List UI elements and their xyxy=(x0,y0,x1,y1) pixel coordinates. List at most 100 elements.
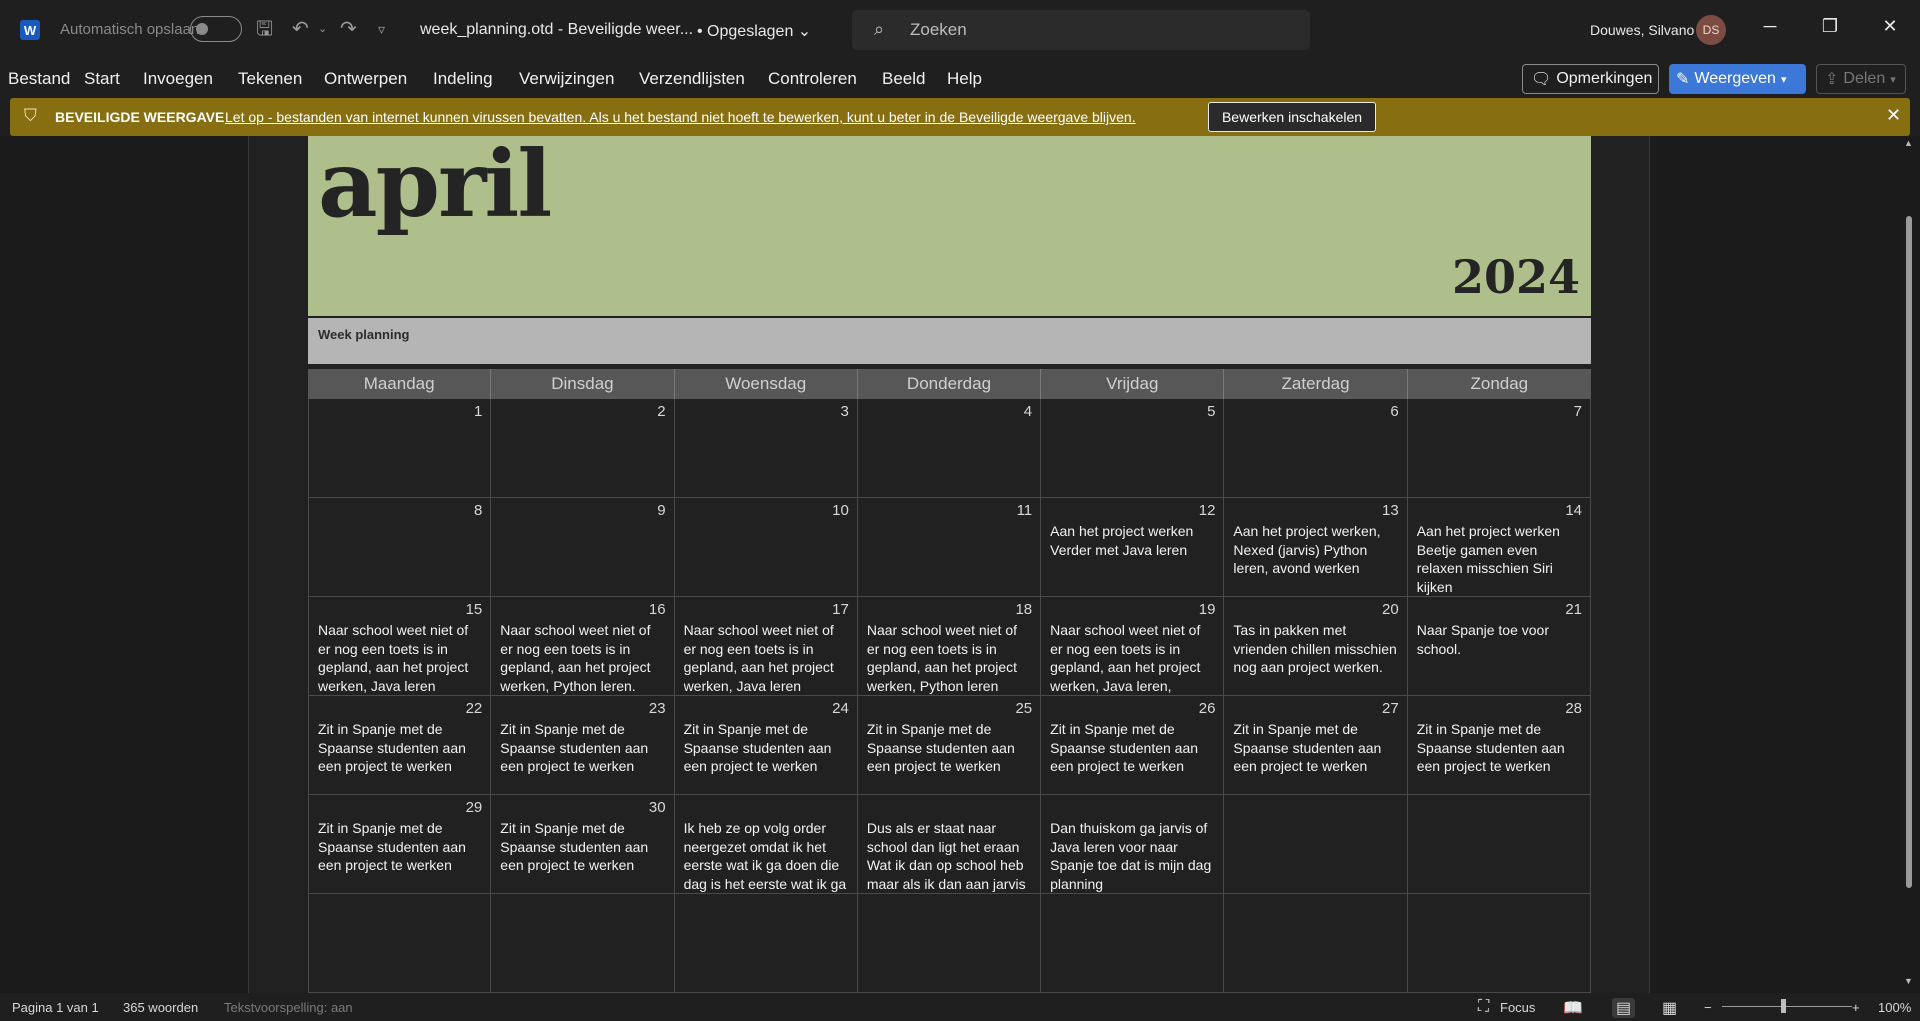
calendar-day-cell[interactable]: 30 Zit in Spanje met de Spaanse studenten… xyxy=(491,795,675,894)
calendar-day-cell[interactable]: 11 xyxy=(857,498,1042,597)
calendar-day-cell[interactable] xyxy=(1224,795,1408,894)
tab-verzendlijsten[interactable]: Verzendlijsten xyxy=(639,69,745,89)
redo-icon[interactable]: ↷ xyxy=(340,17,357,41)
vertical-scrollbar[interactable]: ▲ ▼ xyxy=(1902,136,1916,993)
document-title[interactable]: week_planning.otd - Beveiligde weer... xyxy=(420,21,693,39)
day-note: Zit in Spanje met de Spaanse studenten a… xyxy=(683,721,832,774)
view-mode-button[interactable]: ✎ Weergeven ▾ xyxy=(1669,64,1806,94)
calendar-day-cell[interactable]: 19 Naar school weet niet of er nog een to… xyxy=(1041,597,1225,696)
scroll-up-icon[interactable]: ▲ xyxy=(1904,138,1913,148)
save-status[interactable]: • Opgeslagen ⌄ xyxy=(697,21,811,41)
year-title: 2024 xyxy=(1451,250,1580,304)
customize-toolbar-icon[interactable]: ▿ xyxy=(378,17,385,41)
web-layout-icon[interactable]: ▦ xyxy=(1662,998,1677,1018)
scroll-down-icon[interactable]: ▼ xyxy=(1904,976,1913,986)
close-icon[interactable]: ✕ xyxy=(1886,105,1901,126)
calendar-day-cell[interactable]: 20 Tas in pakken met vrienden chillen mis… xyxy=(1224,597,1408,696)
text-prediction-status[interactable]: Tekstvoorspelling: aan xyxy=(224,1000,353,1015)
calendar-day-cell[interactable]: 9 xyxy=(491,498,675,597)
tab-controleren[interactable]: Controleren xyxy=(768,69,857,89)
calendar-day-cell[interactable]: 24 Zit in Spanje met de Spaanse studenten… xyxy=(674,696,858,795)
protected-view-message[interactable]: Let op - bestanden van internet kunnen v… xyxy=(225,109,1136,125)
enable-editing-button[interactable]: Bewerken inschakelen xyxy=(1208,102,1376,132)
calendar-day-cell[interactable]: 1 xyxy=(308,399,492,498)
calendar-day-cell[interactable] xyxy=(308,894,492,993)
calendar-day-cell[interactable]: 14 Aan het project werken Beetje gamen ev… xyxy=(1407,498,1591,597)
calendar-day-cell[interactable]: 29 Zit in Spanje met de Spaanse studenten… xyxy=(308,795,492,894)
calendar-day-cell[interactable]: 26 Zit in Spanje met de Spaanse studenten… xyxy=(1041,696,1225,795)
scrollbar-thumb[interactable] xyxy=(1906,216,1912,888)
calendar-day-cell[interactable]: Ik heb ze op volg order neergezet omdat … xyxy=(674,795,858,894)
tab-bestand[interactable]: Bestand xyxy=(8,69,70,89)
calendar-day-cell[interactable] xyxy=(491,894,675,993)
word-count[interactable]: 365 woorden xyxy=(123,1000,198,1015)
calendar-day-cell[interactable]: 27 Zit in Spanje met de Spaanse studenten… xyxy=(1224,696,1408,795)
calendar-day-cell[interactable] xyxy=(1224,894,1408,993)
day-note xyxy=(318,423,482,497)
search-placeholder: Zoeken xyxy=(910,20,967,39)
calendar-day-cell[interactable]: 16 Naar school weet niet of er nog een to… xyxy=(491,597,675,696)
calendar-day-cell[interactable]: 12 Aan het project werken Verder met Java… xyxy=(1041,498,1225,597)
calendar-day-cell[interactable]: 13 Aan het project werken, Nexed (jarvis)… xyxy=(1224,498,1408,597)
calendar-day-cell[interactable]: 28 Zit in Spanje met de Spaanse studenten… xyxy=(1407,696,1591,795)
tab-start[interactable]: Start xyxy=(84,69,120,89)
calendar-day-cell[interactable]: 23 Zit in Spanje met de Spaanse studenten… xyxy=(491,696,675,795)
calendar-day-cell[interactable]: 8 xyxy=(308,498,492,597)
calendar-day-cell[interactable]: 3 xyxy=(674,399,858,498)
tab-indeling[interactable]: Indeling xyxy=(433,69,493,89)
focus-icon[interactable]: ⛶ xyxy=(1478,998,1489,1016)
calendar-day-cell[interactable]: 18 Naar school weet niet of er nog een to… xyxy=(857,597,1042,696)
tab-beeld[interactable]: Beeld xyxy=(882,69,925,89)
day-number: 19 xyxy=(1198,601,1216,618)
read-mode-icon[interactable]: 📖 xyxy=(1563,998,1583,1018)
search-box[interactable]: ⌕ Zoeken xyxy=(852,10,1310,50)
day-number: 5 xyxy=(1207,403,1216,420)
calendar-day-cell[interactable] xyxy=(1407,795,1591,894)
save-icon[interactable]: 🖫 xyxy=(256,17,273,41)
calendar-day-cell[interactable] xyxy=(1041,894,1225,993)
share-button[interactable]: ⇪ Delen ▾ xyxy=(1816,64,1906,94)
avatar[interactable]: DS xyxy=(1696,15,1726,45)
print-layout-icon[interactable]: ▤ xyxy=(1612,998,1636,1018)
focus-label[interactable]: Focus xyxy=(1500,1000,1535,1015)
calendar-day-cell[interactable] xyxy=(857,894,1042,993)
calendar-day-cell[interactable]: 17 Naar school weet niet of er nog een to… xyxy=(674,597,858,696)
calendar-day-cell[interactable]: 21 Naar Spanje toe voor school. xyxy=(1407,597,1591,696)
day-note: Zit in Spanje met de Spaanse studenten a… xyxy=(500,721,649,774)
autosave-toggle[interactable] xyxy=(190,16,242,42)
restore-icon[interactable]: ❐ xyxy=(1818,16,1842,37)
tab-invoegen[interactable]: Invoegen xyxy=(143,69,213,89)
close-icon[interactable]: ✕ xyxy=(1878,16,1902,37)
day-note xyxy=(1417,819,1582,893)
comments-button[interactable]: 🗨 Opmerkingen xyxy=(1522,64,1659,94)
calendar-day-cell[interactable]: 10 xyxy=(674,498,858,597)
zoom-in-icon[interactable]: + xyxy=(1852,1000,1860,1015)
calendar-day-cell[interactable]: 2 xyxy=(491,399,675,498)
zoom-out-icon[interactable]: − xyxy=(1704,1000,1712,1015)
calendar-day-cell[interactable]: 15 Naar school weet niet of er nog een to… xyxy=(308,597,492,696)
tab-ontwerpen[interactable]: Ontwerpen xyxy=(324,69,407,89)
day-note xyxy=(1050,918,1215,992)
minimize-icon[interactable]: ─ xyxy=(1758,16,1782,37)
tab-verwijzingen[interactable]: Verwijzingen xyxy=(519,69,614,89)
tab-help[interactable]: Help xyxy=(947,69,982,89)
calendar-day-cell[interactable]: 25 Zit in Spanje met de Spaanse studenten… xyxy=(857,696,1042,795)
zoom-slider[interactable] xyxy=(1722,1006,1852,1007)
calendar-day-cell[interactable]: Dus als er staat naar school dan ligt he… xyxy=(857,795,1042,894)
user-name[interactable]: Douwes, Silvano xyxy=(1590,22,1694,38)
calendar-day-cell[interactable]: Dan thuiskom ga jarvis of Java leren voo… xyxy=(1041,795,1225,894)
undo-icon[interactable]: ↶ xyxy=(292,17,309,41)
day-note xyxy=(1050,423,1215,497)
calendar-day-cell[interactable] xyxy=(674,894,858,993)
calendar-day-cell[interactable]: 6 xyxy=(1224,399,1408,498)
calendar-day-cell[interactable]: 5 xyxy=(1041,399,1225,498)
page-count[interactable]: Pagina 1 van 1 xyxy=(12,1000,99,1015)
zoom-level[interactable]: 100% xyxy=(1878,1000,1911,1015)
calendar-day-cell[interactable] xyxy=(1407,894,1591,993)
zoom-slider-thumb[interactable] xyxy=(1781,999,1786,1013)
calendar-day-cell[interactable]: 4 xyxy=(857,399,1042,498)
calendar-day-cell[interactable]: 22 Zit in Spanje met de Spaanse studenten… xyxy=(308,696,492,795)
calendar-day-cell[interactable]: 7 xyxy=(1407,399,1591,498)
tab-tekenen[interactable]: Tekenen xyxy=(238,69,302,89)
undo-dropdown-icon[interactable]: ⌄ xyxy=(318,17,327,41)
